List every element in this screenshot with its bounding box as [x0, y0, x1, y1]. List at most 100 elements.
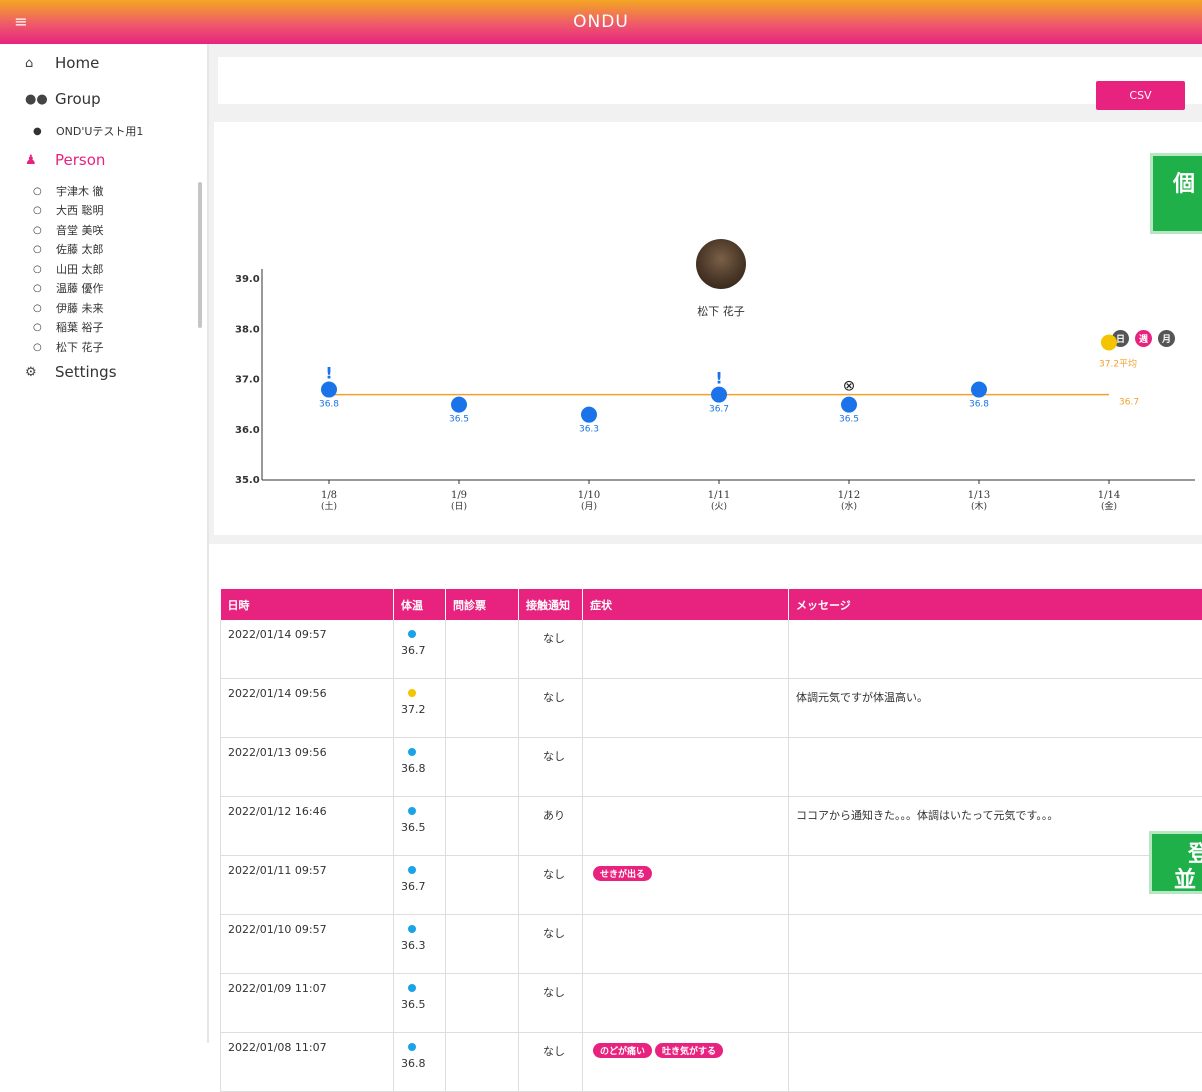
temperature-value: 36.8 [401, 762, 438, 775]
person-item-label: 宇津木 徹 [56, 183, 104, 199]
table-row[interactable]: 2022/01/10 09:5736.3なし [221, 915, 1202, 974]
circle-bullet-icon: ○ [33, 303, 47, 314]
sidebar: ⌂ Home ●● Group ● OND'Uテスト用1 ♟ Person ○宇… [0, 44, 208, 1043]
data-label: 36.5 [839, 415, 859, 425]
nav-group[interactable]: ●● Group [25, 90, 101, 108]
nav-settings-label: Settings [55, 363, 117, 381]
person-item-label: 伊藤 未来 [56, 300, 104, 316]
person-item[interactable]: ○宇津木 徹 [33, 183, 104, 199]
column-header[interactable]: 接触通知 [519, 589, 583, 620]
home-icon: ⌂ [25, 56, 45, 71]
x-tick-label: 1/11 [708, 490, 730, 501]
person-item[interactable]: ○佐藤 太郎 [33, 241, 104, 257]
cell-datetime: 2022/01/14 09:56 [221, 679, 394, 738]
group-item[interactable]: ● OND'Uテスト用1 [33, 123, 143, 139]
data-point [581, 407, 597, 423]
temperature-status-dot [408, 984, 416, 992]
temperature-value: 36.8 [401, 1057, 438, 1070]
table-row[interactable]: 2022/01/09 11:07 36.5 なし [221, 974, 1202, 1033]
person-item[interactable]: ○温藤 優作 [33, 280, 104, 296]
table-row[interactable]: 2022/01/11 09:5736.7なしせきが出る [221, 856, 1202, 915]
person-item[interactable]: ○音堂 美咲 [33, 222, 104, 238]
message-text: ココアから通知きた。。。体調はいたって元気です。。。 [796, 809, 1058, 822]
cell-contact: なし [519, 974, 583, 1033]
circle-bullet-icon: ○ [33, 205, 47, 216]
person-item[interactable]: ○ 稲葉 裕子 [33, 319, 104, 335]
circle-bullet-icon: ○ [33, 264, 47, 275]
person-item[interactable]: ○ 伊藤 未来 [33, 300, 104, 316]
sidebar-scrollbar[interactable] [198, 182, 202, 328]
table-row[interactable]: 2022/01/13 09:56 36.8 なし [221, 738, 1202, 797]
data-label: 36.7 [709, 405, 729, 415]
cell-contact: なし [519, 679, 583, 738]
cell-temperature: 36.7 [394, 620, 446, 679]
person-item-label: 音堂 美咲 [56, 222, 104, 238]
symptom-chip: のどが痛い [593, 1043, 652, 1058]
x-tick-day: (日) [451, 501, 467, 512]
cell-questionnaire [446, 974, 519, 1033]
nav-home-label: Home [55, 54, 99, 72]
circle-bullet-icon: ○ [33, 322, 47, 333]
cell-symptoms [583, 620, 789, 679]
nav-person[interactable]: ♟ Person [25, 151, 105, 169]
temperature-status-dot [408, 925, 416, 933]
column-header[interactable]: 体温 [394, 589, 446, 620]
nav-settings[interactable]: ⚙ Settings [25, 363, 117, 381]
alert-marker-icon: ! [325, 364, 332, 383]
cell-datetime: 2022/01/13 09:56 [221, 738, 394, 797]
column-header[interactable]: 日時 [221, 589, 394, 620]
person-item-label: 稲葉 裕子 [56, 319, 104, 335]
data-point [711, 387, 727, 403]
y-tick-label: 37.0 [235, 375, 260, 386]
group-item-label: OND'Uテスト用1 [56, 123, 143, 139]
circle-bullet-icon: ○ [33, 244, 47, 255]
cell-questionnaire [446, 1033, 519, 1092]
cell-questionnaire [446, 738, 519, 797]
cell-symptoms [583, 915, 789, 974]
column-header[interactable]: 症状 [583, 589, 789, 620]
y-tick-label: 38.0 [235, 324, 260, 335]
contact-text: なし [543, 868, 565, 881]
cell-symptoms [583, 738, 789, 797]
column-header[interactable]: 問診票 [446, 589, 519, 620]
table-row[interactable]: 2022/01/14 09:5736.7なし [221, 620, 1202, 679]
cell-message [789, 915, 1202, 974]
datetime-text: 2022/01/11 09:57 [228, 864, 327, 877]
cell-contact: なし [519, 856, 583, 915]
temperature-status-dot [408, 630, 416, 638]
nav-home[interactable]: ⌂ Home [25, 54, 99, 72]
group-icon: ●● [25, 92, 45, 107]
cell-contact: なし [519, 1033, 583, 1092]
cell-questionnaire [446, 856, 519, 915]
x-tick-label: 1/14 [1098, 490, 1120, 501]
person-item-label: 大西 聡明 [56, 202, 104, 218]
data-label: 36.8 [319, 400, 339, 410]
x-tick-day: (金) [1101, 500, 1117, 512]
temperature-status-dot [408, 807, 416, 815]
temperature-status-dot [408, 1043, 416, 1051]
temperature-value: 36.5 [401, 821, 438, 834]
contact-text: なし [543, 750, 565, 763]
cell-datetime: 2022/01/09 11:07 [221, 974, 394, 1033]
filled-bullet-icon: ● [33, 126, 47, 137]
symptom-chip: 吐き気がする [655, 1043, 723, 1058]
cell-message [789, 620, 1202, 679]
person-item[interactable]: ○ 大西 聡明 [33, 202, 104, 218]
table-row[interactable]: 2022/01/08 11:0736.8なしのどが痛い吐き気がする [221, 1033, 1202, 1092]
contact-text: なし [543, 1045, 565, 1058]
gear-icon: ⚙ [25, 365, 45, 380]
person-item[interactable]: ○松下 花子 [33, 339, 104, 355]
data-point [1101, 334, 1117, 350]
column-header[interactable]: メッセージ [789, 589, 1202, 620]
person-item[interactable]: ○山田 太郎 [33, 261, 104, 277]
temperature-value: 36.5 [401, 998, 438, 1011]
table-row[interactable]: 2022/01/14 09:5637.2なし体調元気ですが体温高い。 [221, 679, 1202, 738]
annotation-note-line: 並 [1174, 862, 1196, 894]
data-label: 36.8 [969, 400, 989, 410]
data-point [321, 382, 337, 398]
table-row[interactable]: 2022/01/12 16:4636.5ありココアから通知きた。。。体調はいたっ… [221, 797, 1202, 856]
temperature-chart: 39.038.037.036.035.01/8(土)1/9(日)1/10(月)1… [209, 44, 1202, 544]
nav-person-label: Person [55, 151, 105, 169]
datetime-text: 2022/01/12 16:46 [228, 805, 327, 818]
cell-symptoms [583, 679, 789, 738]
